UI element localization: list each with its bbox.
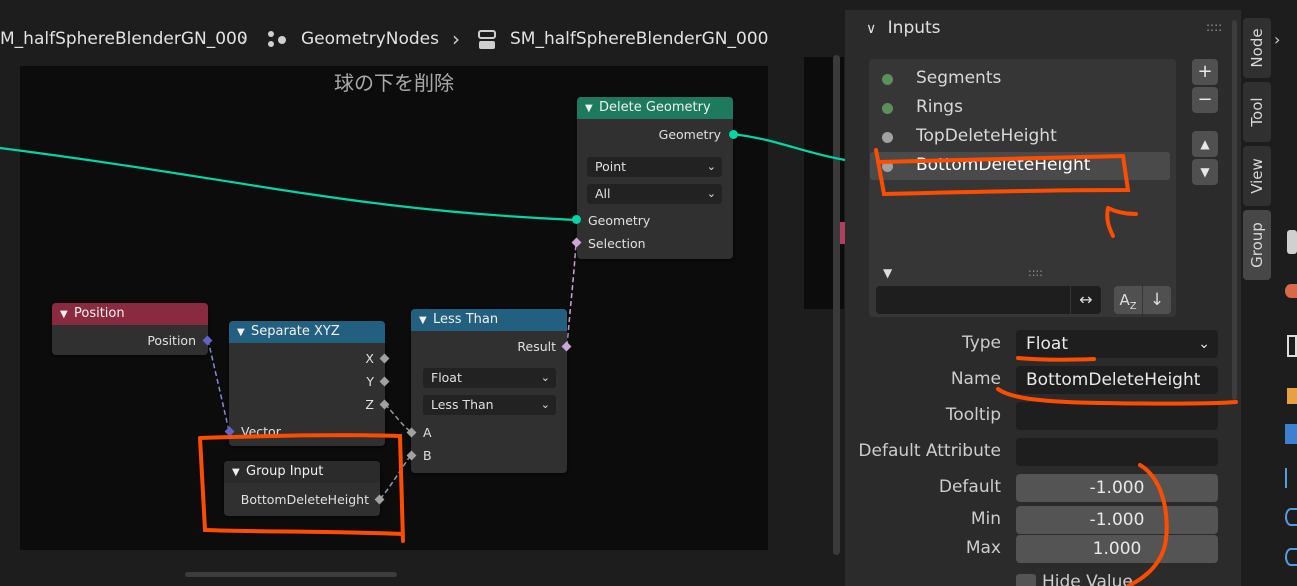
- annotation-values-bracket: [1126, 463, 1169, 586]
- annotation-arrow: [1105, 206, 1138, 238]
- annotation-name-underline: [996, 387, 1238, 406]
- annotation-list-box: [874, 148, 1131, 197]
- annotation-group-input-box: [198, 433, 405, 543]
- annotation-overlay: [198, 148, 1238, 586]
- annotation-type-underline: [1016, 356, 1096, 362]
